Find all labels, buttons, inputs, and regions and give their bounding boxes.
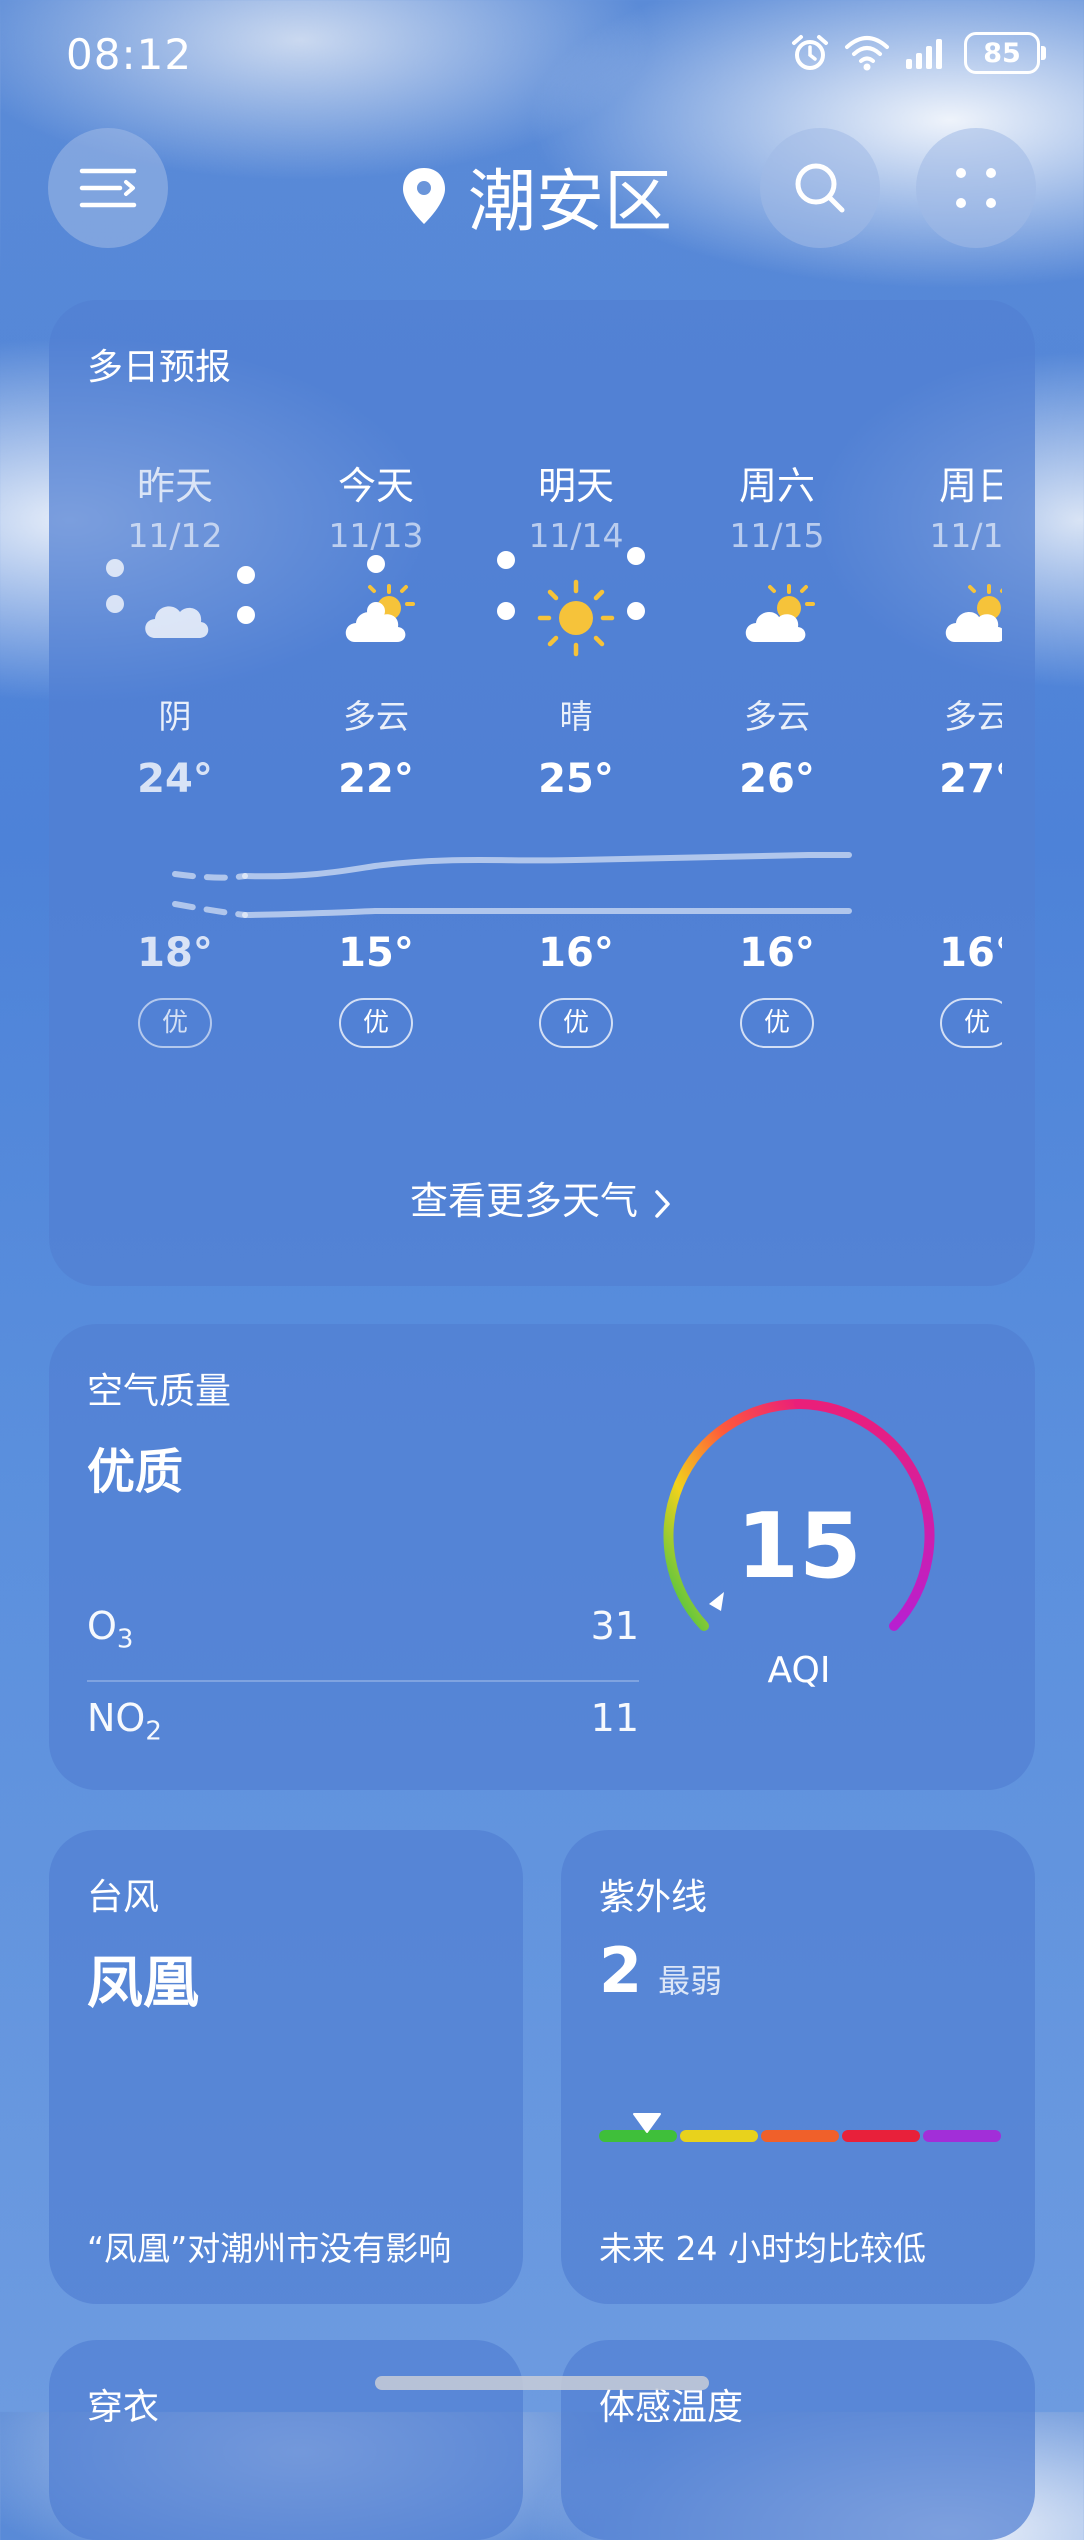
- low-point: [627, 602, 645, 620]
- high-point: [627, 547, 645, 565]
- forecast-day-low: 16° 优: [476, 930, 676, 1048]
- high-point: [237, 566, 255, 584]
- aqi-pill: 优: [539, 998, 613, 1048]
- air-quality-level: 优质: [87, 1444, 184, 1500]
- aqi-pill: 优: [339, 998, 413, 1048]
- air-quality-card[interactable]: 空气质量 优质 O3 31 NO2 11 15 AQI: [49, 1324, 1035, 1790]
- city-name: 潮安区: [468, 163, 673, 242]
- pollutant-row: O3 31: [87, 1604, 639, 1655]
- aqi-label: AQI: [767, 1650, 831, 1691]
- uv-reading: 2 最弱: [599, 1934, 722, 2007]
- divider: [87, 1680, 639, 1682]
- low-trend-past: [172, 901, 248, 918]
- feels-like-card[interactable]: 体感温度: [561, 2340, 1035, 2540]
- status-time: 08:12: [66, 30, 193, 79]
- uv-scale-segment: [761, 2130, 839, 2142]
- forecast-day-low: 16° 优: [677, 930, 877, 1048]
- high-point: [497, 551, 515, 569]
- pollutant-value: 11: [590, 1696, 639, 1740]
- low-point: [106, 595, 124, 613]
- more-button[interactable]: [916, 128, 1036, 248]
- forecast-day-low: 15° 优: [276, 930, 476, 1048]
- forecast-day-low: 16° 优: [877, 930, 1002, 1048]
- uv-scale-segment: [680, 2130, 758, 2142]
- uv-scale-segment: [923, 2130, 1001, 2142]
- low-point: [497, 602, 515, 620]
- alarm-icon: [792, 35, 828, 70]
- status-icons: 85: [790, 32, 1046, 74]
- menu-icon: [79, 168, 137, 208]
- search-icon: [795, 163, 845, 213]
- uv-card[interactable]: 紫外线 2 最弱 未来 24 小时均比较低: [561, 1830, 1035, 2304]
- temperature-trend-lines: [106, 547, 852, 918]
- air-quality-title: 空气质量: [87, 1371, 232, 1412]
- typhoon-name: 凤凰: [87, 1951, 199, 2016]
- high-trend-past: [172, 871, 248, 881]
- high-point: [367, 555, 385, 573]
- signal-icon: [906, 39, 942, 69]
- clothing-card[interactable]: 穿衣: [49, 2340, 523, 2540]
- header: 潮安区: [0, 128, 1084, 248]
- low-temp: 18°: [137, 930, 213, 976]
- uv-note: 未来 24 小时均比较低: [599, 2229, 926, 2268]
- low-temp: 16°: [538, 930, 614, 976]
- aqi-pill: 优: [740, 998, 814, 1048]
- pollutant-row: NO2 11: [87, 1696, 639, 1747]
- clothing-title: 穿衣: [87, 2387, 160, 2428]
- city-selector[interactable]: 潮安区: [400, 146, 672, 245]
- menu-button[interactable]: [48, 128, 168, 248]
- forecast-card: 多日预报 昨天 11/12 今天 11/13 明天 11/14 周六 11/15…: [49, 300, 1084, 1286]
- typhoon-title: 台风: [87, 1877, 160, 1918]
- typhoon-card[interactable]: 台风 凤凰 “凤凰”对潮州市没有影响: [49, 1830, 523, 2304]
- battery-indicator: 85: [964, 32, 1046, 74]
- low-temp: 16°: [739, 930, 815, 976]
- forecast-day-low: 18° 优: [75, 930, 275, 1048]
- search-button[interactable]: [760, 128, 880, 248]
- uv-level: 最弱: [658, 1962, 723, 2000]
- low-temp: 16°: [939, 930, 1002, 976]
- uv-title: 紫外线: [599, 1877, 708, 1918]
- status-bar: 08:12 85: [0, 0, 1084, 110]
- aqi-value: 15: [736, 1494, 862, 1599]
- location-pin-icon: [403, 167, 445, 224]
- low-point: [237, 606, 255, 624]
- more-weather-label: 查看更多天气: [409, 1179, 638, 1223]
- pollutant-value: 31: [590, 1604, 639, 1648]
- home-indicator[interactable]: [375, 2376, 709, 2390]
- high-point: [106, 559, 124, 577]
- wifi-icon: [845, 36, 889, 71]
- four-dots-icon: [956, 168, 996, 208]
- high-trend: [242, 852, 852, 880]
- low-temp: 15°: [338, 930, 414, 976]
- chevron-right-icon: [655, 1189, 670, 1218]
- aqi-pill: 优: [940, 998, 1002, 1048]
- typhoon-note: “凤凰”对潮州市没有影响: [87, 2229, 452, 2268]
- uv-value: 2: [599, 1934, 643, 2007]
- uv-marker: [633, 2113, 662, 2133]
- forecast-days[interactable]: 昨天 11/12 今天 11/13 明天 11/14 周六 11/15 周日 1…: [49, 300, 1002, 1290]
- low-trend: [242, 908, 852, 918]
- pollutant-name: O3: [87, 1604, 134, 1655]
- pollutant-name: NO2: [87, 1696, 162, 1747]
- uv-scale-segment: [842, 2130, 920, 2142]
- aqi-pill: 优: [138, 998, 212, 1048]
- low-point: [367, 602, 385, 620]
- more-weather-link[interactable]: 查看更多天气: [49, 1170, 1035, 1225]
